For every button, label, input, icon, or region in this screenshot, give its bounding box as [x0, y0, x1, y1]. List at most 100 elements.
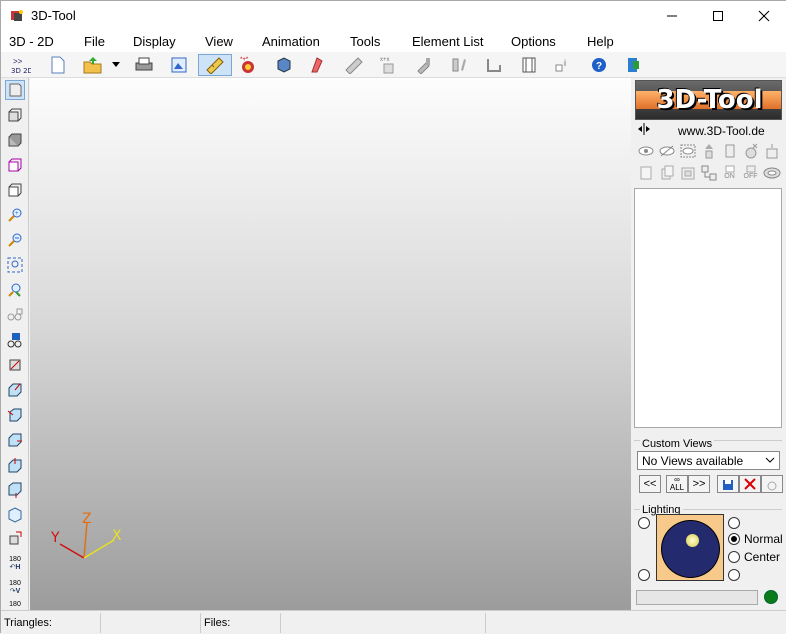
section-icon	[452, 58, 466, 72]
minimize-button[interactable]	[649, 1, 695, 31]
view-iso2-button[interactable]	[5, 430, 25, 450]
zoom-window-button[interactable]	[5, 280, 25, 300]
view-front-icon	[8, 108, 22, 122]
close-button[interactable]	[741, 1, 786, 31]
menu-animation[interactable]: Animation	[262, 34, 320, 49]
text-icon: i	[555, 58, 566, 72]
rotate-180v-button[interactable]: 180 ↷V	[5, 578, 25, 598]
menu-options[interactable]: Options	[511, 34, 556, 49]
view-top-button[interactable]	[5, 355, 25, 375]
view-iso3-icon	[8, 458, 22, 473]
hide-element-button[interactable]	[657, 141, 676, 160]
axis-x-label: X	[112, 528, 122, 544]
show-element-button[interactable]	[636, 141, 655, 160]
glasses-button[interactable]	[5, 305, 25, 325]
zoom-fit-button[interactable]	[5, 255, 25, 275]
rename-view-button[interactable]	[761, 475, 783, 493]
all-off-button[interactable]: OFF	[741, 163, 760, 182]
new-file-button[interactable]	[47, 54, 69, 76]
view-home-button[interactable]	[5, 528, 25, 548]
cut-button[interactable]	[306, 54, 328, 76]
website-url[interactable]: www.3D-Tool.de	[678, 124, 765, 138]
rotate-icon	[763, 167, 780, 178]
view-iso1-button[interactable]	[5, 405, 25, 425]
print-button[interactable]	[133, 54, 155, 76]
menu-display[interactable]: Display	[133, 34, 176, 49]
triangles-value-cell	[101, 613, 201, 633]
view-right-button[interactable]	[5, 180, 25, 200]
on-icon	[725, 165, 734, 173]
view-left-button[interactable]	[5, 155, 25, 175]
points-button[interactable]: x+x	[378, 54, 400, 76]
menu-view[interactable]: View	[205, 34, 233, 49]
save-view-panel-button[interactable]	[717, 475, 739, 493]
light-normal-radio[interactable]	[728, 533, 740, 545]
cut-icon	[311, 57, 323, 73]
menu-help[interactable]: Help	[587, 34, 614, 49]
measure-button[interactable]	[198, 54, 232, 76]
element-up-button[interactable]	[699, 141, 718, 160]
light-top-right-radio[interactable]	[728, 517, 740, 529]
film-button[interactable]	[518, 54, 540, 76]
element-list[interactable]	[634, 188, 782, 428]
delete-element-button[interactable]	[741, 141, 760, 160]
zoom-out-button[interactable]	[5, 230, 25, 250]
prev-view-button[interactable]: <<	[639, 475, 661, 493]
element-down-button[interactable]	[720, 141, 739, 160]
svg-text:?: ?	[596, 61, 602, 72]
menu-3d-2d[interactable]: 3D - 2D	[9, 34, 54, 49]
light-top-left-radio[interactable]	[638, 517, 650, 529]
wall-thickness-button[interactable]	[483, 54, 505, 76]
panel-resize-icon[interactable]	[637, 123, 651, 135]
help-button[interactable]: ?	[588, 54, 610, 76]
view-3d-button[interactable]	[5, 505, 25, 525]
show-all-button[interactable]	[678, 141, 697, 160]
3d-2d-button[interactable]: >> 3D 2D	[10, 54, 32, 76]
group-element-button[interactable]	[678, 163, 697, 182]
brand-logo: 3D-Tool	[635, 80, 782, 120]
view-bottom-button[interactable]	[5, 380, 25, 400]
view-iso3-button[interactable]	[5, 455, 25, 475]
delete-view-button[interactable]	[739, 475, 761, 493]
tree-view-button[interactable]	[699, 163, 718, 182]
all-views-button[interactable]: ∞ ALL	[666, 475, 688, 493]
text-button[interactable]: i	[551, 54, 573, 76]
menu-file[interactable]: File	[84, 34, 105, 49]
view-iso4-button[interactable]	[5, 480, 25, 500]
view-front-button[interactable]	[5, 105, 25, 125]
next-view-button[interactable]: >>	[688, 475, 710, 493]
blank-button[interactable]	[636, 163, 655, 182]
paint-button[interactable]	[413, 54, 435, 76]
volume-button[interactable]	[273, 54, 295, 76]
copy-element-button[interactable]	[657, 163, 676, 182]
select-button[interactable]	[5, 80, 25, 100]
custom-views-select[interactable]: No Views available	[637, 451, 780, 470]
save-view-button[interactable]	[5, 330, 25, 350]
light-bottom-left-radio[interactable]	[638, 569, 650, 581]
rotate-180h-icon: ↶H	[9, 564, 21, 571]
3d-viewport[interactable]: Z Y X	[30, 78, 631, 610]
light-bottom-right-radio[interactable]	[728, 569, 740, 581]
open-file-icon	[83, 57, 102, 74]
export-image-button[interactable]	[168, 54, 190, 76]
help-icon: ?	[592, 58, 606, 72]
section-button[interactable]	[448, 54, 470, 76]
rotate-180h-button[interactable]: 180 ↶H	[5, 554, 25, 574]
exit-button[interactable]	[623, 54, 645, 76]
svg-text:x+x: x+x	[380, 57, 390, 63]
element-properties-button[interactable]	[762, 141, 781, 160]
menu-tools[interactable]: Tools	[350, 34, 380, 49]
all-on-button[interactable]: ON	[720, 163, 739, 182]
open-dropdown-button[interactable]	[109, 54, 123, 76]
lighting-preview[interactable]	[656, 514, 724, 581]
light-center-radio[interactable]	[728, 551, 740, 563]
open-file-button[interactable]	[82, 54, 104, 76]
rotate-element-button[interactable]	[762, 163, 781, 182]
view-back-button[interactable]	[5, 130, 25, 150]
axis-z-label: Z	[82, 511, 92, 527]
ruler-button[interactable]	[343, 54, 365, 76]
menu-element-list[interactable]: Element List	[412, 34, 484, 49]
animation-button[interactable]: *+*	[238, 54, 260, 76]
maximize-button[interactable]	[695, 1, 741, 31]
zoom-in-button[interactable]: +	[5, 205, 25, 225]
